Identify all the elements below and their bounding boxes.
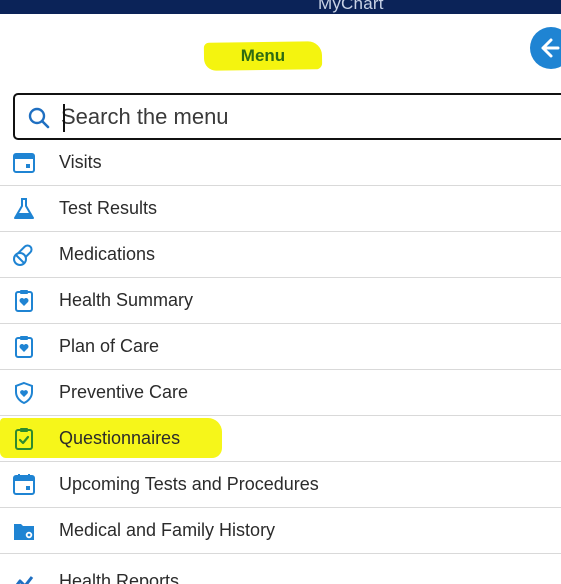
search-input[interactable] <box>61 101 541 133</box>
search-box[interactable] <box>13 93 561 140</box>
shield-heart-icon <box>15 381 33 405</box>
top-banner: MyChart <box>0 0 561 14</box>
back-arrow-icon <box>541 38 560 58</box>
menu-header: Menu <box>203 38 323 72</box>
menu-item-questionnaires[interactable]: Questionnaires <box>0 416 561 462</box>
text-cursor <box>63 104 65 132</box>
brand-name: MyChart <box>318 0 384 13</box>
menu-item-label: Medications <box>59 244 156 264</box>
back-button[interactable] <box>530 27 561 69</box>
flask-icon <box>14 198 34 219</box>
menu-item-label: Preventive Care <box>59 382 189 402</box>
calendar-icon <box>13 474 35 495</box>
folder-icon <box>14 524 34 540</box>
menu-item-health-summary[interactable]: Health Summary <box>0 278 561 324</box>
menu-item-visits[interactable]: Visits <box>0 140 561 186</box>
clipboard-check-icon <box>15 428 33 450</box>
menu-item-label: Test Results <box>59 198 158 218</box>
menu-item-upcoming-tests[interactable]: Upcoming Tests and Procedures <box>0 462 561 508</box>
calendar-icon <box>13 153 35 173</box>
menu-item-health-reports[interactable]: Health Reports <box>0 560 561 584</box>
menu-item-test-results[interactable]: Test Results <box>0 186 561 232</box>
menu-item-label: Health Summary <box>59 290 194 310</box>
menu-item-medications[interactable]: Medications <box>0 232 561 278</box>
pills-icon <box>13 244 33 266</box>
menu-item-label: Plan of Care <box>59 336 160 356</box>
search-icon <box>28 107 50 129</box>
chart-icon <box>15 576 34 584</box>
menu-item-label: Questionnaires <box>59 428 181 448</box>
menu-item-label: Health Reports <box>59 571 180 584</box>
clipboard-heart-icon <box>15 336 33 358</box>
menu-item-label: Medical and Family History <box>59 520 276 540</box>
clipboard-heart-icon <box>15 290 33 312</box>
menu-title: Menu <box>240 46 286 65</box>
menu-item-label: Visits <box>59 152 102 172</box>
menu-item-medical-family-history[interactable]: Medical and Family History <box>0 508 561 554</box>
menu-item-plan-of-care[interactable]: Plan of Care <box>0 324 561 370</box>
menu-item-label: Upcoming Tests and Procedures <box>59 474 319 494</box>
menu-item-preventive-care[interactable]: Preventive Care <box>0 370 561 416</box>
